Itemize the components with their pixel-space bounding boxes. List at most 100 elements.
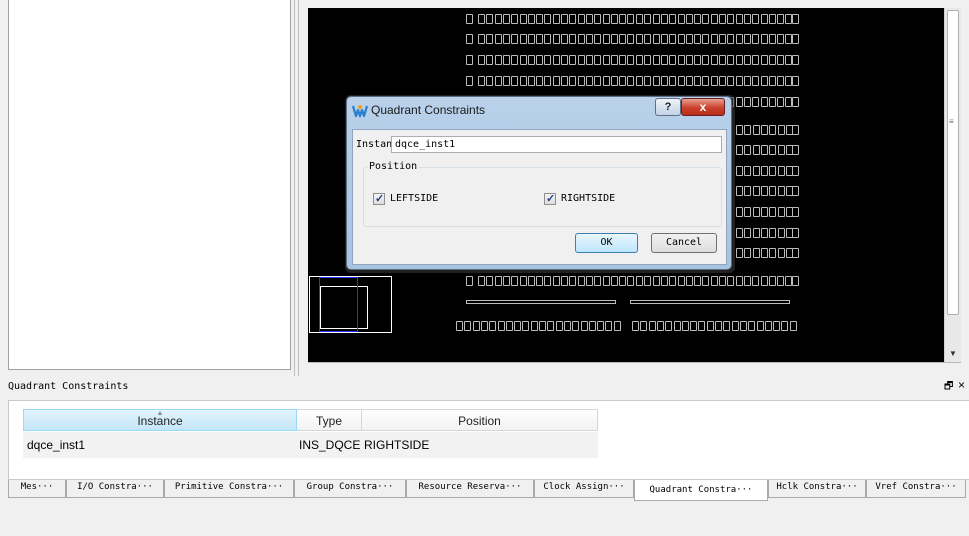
io-pad [627, 34, 635, 44]
io-pad [768, 76, 776, 86]
io-pad [748, 321, 756, 331]
tab-primitive-constra[interactable]: Primitive Constra··· [164, 480, 294, 498]
leftside-checkbox[interactable]: ✓ [373, 193, 385, 205]
io-pad [602, 34, 610, 44]
io-pad [792, 55, 799, 65]
io-pad [511, 276, 519, 286]
io-pad [752, 207, 760, 217]
io-pad [644, 276, 652, 286]
io-pad [777, 228, 785, 238]
io-pad [648, 321, 656, 331]
io-pad [486, 14, 494, 24]
io-pad [585, 76, 593, 86]
io-pad [760, 97, 768, 107]
table-cell-position[interactable]: RIGHTSIDE [362, 432, 598, 458]
io-pad [710, 34, 718, 44]
io-pad [527, 55, 535, 65]
table-cell-type[interactable]: INS_DQCE [297, 432, 362, 458]
io-pad [673, 321, 681, 331]
scrollbar-grip-icon: ≡ [949, 117, 954, 126]
io-pad [739, 321, 747, 331]
io-pad [752, 55, 760, 65]
float-pane-icon[interactable]: 🗗 [944, 379, 953, 396]
io-pad [577, 76, 585, 86]
table-cell-instance[interactable]: dqce_inst1 [23, 432, 297, 458]
io-pad [494, 55, 502, 65]
io-pad [736, 228, 743, 238]
io-pad [660, 76, 668, 86]
io-pad [735, 76, 743, 86]
io-pad [727, 55, 735, 65]
rightside-checkbox[interactable]: ✓ [544, 193, 556, 205]
rightside-label: RIGHTSIDE [561, 193, 616, 204]
io-pad [764, 321, 772, 331]
io-pad [466, 76, 473, 86]
tab-hclk-constra[interactable]: Hclk Constra··· [768, 480, 866, 498]
left-panel[interactable] [8, 0, 291, 370]
io-pad [760, 276, 768, 286]
io-pad [530, 321, 538, 331]
close-button[interactable]: x [681, 98, 725, 116]
io-pad [769, 228, 777, 238]
vertical-scrollbar[interactable]: ≡ ▼ [944, 8, 961, 362]
io-pad [769, 186, 777, 196]
io-pad [577, 276, 585, 286]
tab-resource-reserva[interactable]: Resource Reserva··· [406, 480, 534, 498]
io-pad [736, 145, 743, 155]
io-pad [777, 76, 785, 86]
io-pad [502, 276, 510, 286]
io-pad [569, 14, 577, 24]
io-pad [561, 55, 568, 65]
io-pad [569, 276, 577, 286]
column-header-position[interactable]: Position [362, 409, 598, 431]
scroll-down-arrow-icon[interactable]: ▼ [949, 349, 957, 358]
tab-quadrant-constra[interactable]: Quadrant Constra··· [634, 480, 768, 501]
io-pad [555, 321, 563, 331]
help-button[interactable]: ? [655, 98, 681, 116]
column-header-type[interactable]: Type [297, 409, 362, 431]
io-pad [681, 321, 689, 331]
tab-group-constra[interactable]: Group Constra··· [294, 480, 406, 498]
io-pad [735, 97, 743, 107]
leftside-label: LEFTSIDE [390, 193, 439, 204]
io-pad [544, 76, 552, 86]
tab-vref-constra[interactable]: Vref Constra··· [866, 480, 966, 498]
tab-mes[interactable]: Mes··· [8, 480, 66, 498]
io-pad [561, 14, 568, 24]
io-pad [685, 76, 693, 86]
io-pad [544, 276, 552, 286]
io-pad [502, 14, 510, 24]
io-pad [792, 76, 799, 86]
io-pad [744, 207, 752, 217]
tab-i-o-constra[interactable]: I/O Constra··· [66, 480, 164, 498]
ok-button[interactable]: OK [575, 233, 638, 253]
io-pad [777, 145, 785, 155]
scrollbar-thumb[interactable] [947, 10, 959, 315]
io-pad [519, 76, 527, 86]
io-pad [636, 76, 643, 86]
close-pane-icon[interactable]: × [958, 378, 965, 392]
io-pad [694, 14, 702, 24]
cancel-button[interactable]: Cancel [651, 233, 717, 253]
tab-clock-assign[interactable]: Clock Assign··· [534, 480, 634, 498]
io-pad [789, 321, 797, 331]
io-pad [792, 125, 799, 135]
io-pad [594, 55, 602, 65]
io-pad [685, 34, 693, 44]
io-pad [719, 14, 726, 24]
io-pad [694, 76, 702, 86]
overview-box[interactable] [309, 276, 392, 333]
io-pad [768, 34, 776, 44]
checkmark-icon: ✓ [546, 193, 556, 205]
column-header-instance[interactable]: ▲ Instance [23, 409, 297, 431]
io-bank-strip [466, 300, 616, 304]
dialog-title: Quadrant Constraints [371, 103, 486, 117]
io-pad [511, 55, 519, 65]
instance-field[interactable]: dqce_inst1 [391, 136, 722, 153]
dialog-titlebar[interactable]: Quadrant Constraints ? x [347, 97, 731, 123]
io-pad [519, 276, 527, 286]
io-pad [792, 34, 799, 44]
io-pad [665, 321, 673, 331]
io-pad [585, 55, 593, 65]
splitter[interactable] [291, 0, 307, 376]
